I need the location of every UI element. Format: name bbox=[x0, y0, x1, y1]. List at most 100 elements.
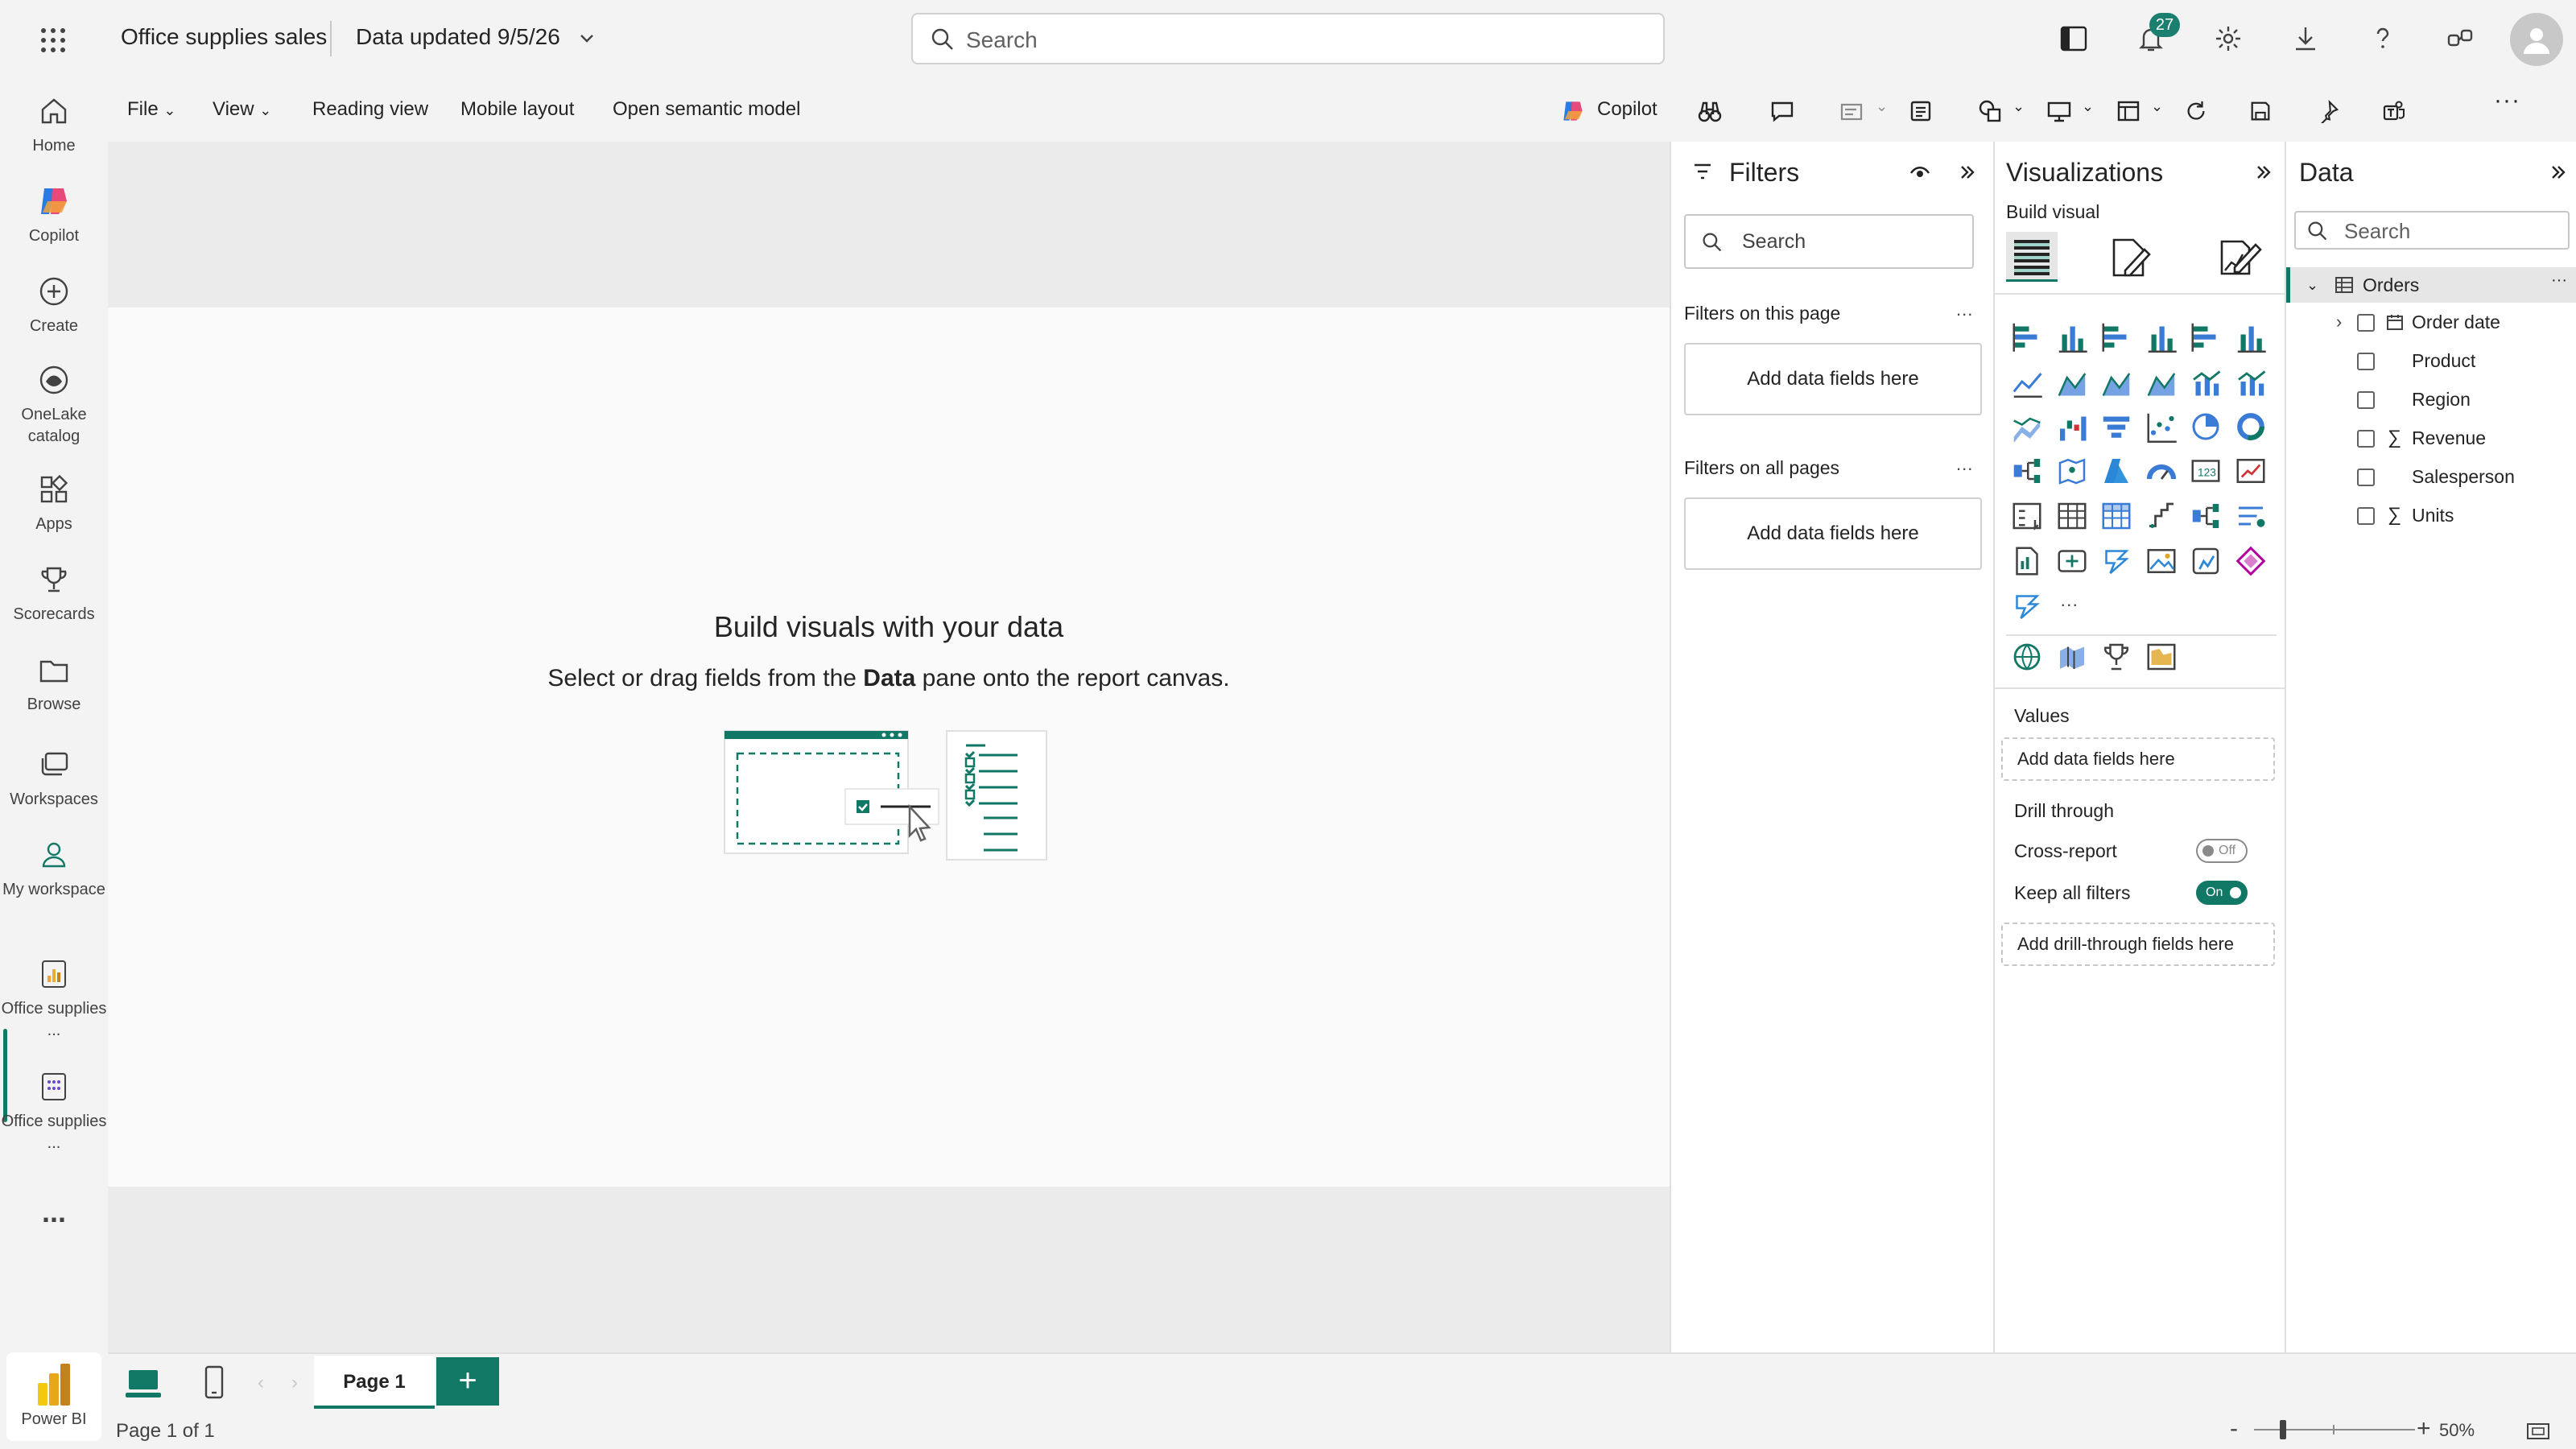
scatter-chart-icon[interactable] bbox=[2145, 411, 2178, 443]
copilot-button[interactable]: Copilot bbox=[1597, 98, 1657, 121]
stacked-bar-chart-icon[interactable] bbox=[2011, 320, 2043, 353]
rail-item-onelake-catalog[interactable]: OneLake catalog bbox=[0, 361, 108, 448]
format-visual-tab-icon[interactable] bbox=[2107, 235, 2153, 280]
chevron-down-icon[interactable] bbox=[578, 29, 596, 47]
build-visual-tab-icon[interactable] bbox=[2006, 232, 2058, 282]
rail-item-office-supplies-model[interactable]: Office supplies ... bbox=[0, 1067, 108, 1154]
shapes-icon[interactable] bbox=[1974, 95, 2006, 127]
keep-all-filters-toggle[interactable]: On bbox=[2196, 881, 2248, 905]
chevron-down-icon[interactable]: ⌄ bbox=[2306, 267, 2318, 303]
field-checkbox[interactable] bbox=[2357, 391, 2375, 409]
field-row[interactable]: Salesperson bbox=[2286, 459, 2576, 494]
page-tab-1[interactable]: Page 1 bbox=[314, 1356, 435, 1409]
stacked-area-chart-icon[interactable] bbox=[2100, 365, 2132, 398]
data-updated-label[interactable]: Data updated 9/5/26 bbox=[356, 24, 560, 50]
rail-item-home[interactable]: Home bbox=[0, 92, 108, 157]
refresh-icon[interactable] bbox=[2180, 95, 2212, 127]
app-launcher-icon[interactable] bbox=[34, 21, 72, 60]
report-title[interactable]: Office supplies sales bbox=[121, 24, 327, 50]
field-checkbox[interactable] bbox=[2357, 507, 2375, 525]
collapse-data-icon[interactable] bbox=[2549, 163, 2568, 182]
pin-icon[interactable] bbox=[2312, 95, 2344, 127]
more-rail-items-button[interactable]: ... bbox=[0, 1198, 108, 1227]
filled-map-custom-icon[interactable] bbox=[2145, 641, 2178, 673]
binoculars-icon[interactable] bbox=[1694, 95, 1726, 127]
rail-item-copilot[interactable]: Copilot bbox=[0, 182, 108, 247]
open-semantic-model-button[interactable]: Open semantic model bbox=[613, 98, 800, 121]
rail-item-workspaces[interactable]: Workspaces bbox=[0, 745, 108, 811]
clustered-bar-chart-icon[interactable] bbox=[2100, 320, 2132, 353]
subscribe-icon[interactable] bbox=[1835, 95, 1868, 127]
field-row[interactable]: ∑ Units bbox=[2286, 497, 2576, 533]
copilot-small-icon[interactable] bbox=[1557, 95, 1589, 127]
smart-narrative-icon[interactable] bbox=[2235, 500, 2267, 532]
python-visual-icon[interactable] bbox=[2190, 545, 2222, 577]
power-apps-icon[interactable] bbox=[2100, 545, 2132, 577]
power-automate-icon[interactable] bbox=[2235, 545, 2267, 577]
more-visuals-icon[interactable]: ··· bbox=[2056, 590, 2088, 622]
key-influencers-icon[interactable] bbox=[2145, 500, 2178, 532]
rail-item-my-workspace[interactable]: My workspace bbox=[0, 836, 108, 901]
power-bi-switcher[interactable]: Power BI bbox=[6, 1352, 101, 1441]
global-search-input[interactable]: Search bbox=[911, 13, 1665, 64]
goals-icon[interactable] bbox=[2100, 641, 2132, 673]
present-icon[interactable] bbox=[2043, 95, 2075, 127]
clustered-column-chart-icon[interactable] bbox=[2145, 320, 2178, 353]
more-options-icon[interactable]: ··· bbox=[2551, 262, 2567, 298]
donut-chart-icon[interactable] bbox=[2235, 411, 2267, 443]
more-options-icon[interactable]: ··· bbox=[2494, 87, 2520, 114]
pane-toggle-icon[interactable] bbox=[2054, 19, 2093, 58]
gauge-icon[interactable] bbox=[2145, 455, 2178, 487]
zoom-slider-thumb[interactable] bbox=[2280, 1420, 2286, 1439]
100-percent-area-chart-icon[interactable] bbox=[2145, 365, 2178, 398]
all-pages-filters-drop-well[interactable]: Add data fields here bbox=[1684, 497, 1982, 570]
azure-map-icon[interactable] bbox=[2100, 455, 2132, 487]
mobile-layout-icon[interactable] bbox=[201, 1364, 227, 1402]
comment-icon[interactable] bbox=[1766, 95, 1798, 127]
table-orders[interactable]: ⌄ Orders ··· bbox=[2286, 267, 2576, 303]
ribbon-chart-icon[interactable] bbox=[2011, 411, 2043, 443]
card-icon[interactable]: 123 bbox=[2190, 455, 2222, 487]
previous-page-icon[interactable]: ‹ bbox=[258, 1372, 264, 1394]
download-icon[interactable] bbox=[2286, 19, 2325, 58]
zoom-slider-track[interactable] bbox=[2254, 1429, 2415, 1430]
arcgis-map-icon[interactable] bbox=[2011, 590, 2043, 622]
save-icon[interactable] bbox=[2244, 95, 2277, 127]
subscribe-chevron-icon[interactable]: ⌄ bbox=[1876, 98, 1888, 115]
drill-through-drop-well[interactable]: Add drill-through fields here bbox=[2001, 923, 2275, 966]
kpi-icon[interactable] bbox=[2235, 455, 2267, 487]
image-icon[interactable] bbox=[2145, 545, 2178, 577]
100-percent-bar-chart-icon[interactable] bbox=[2190, 320, 2222, 353]
field-checkbox[interactable] bbox=[2357, 314, 2375, 332]
matrix-icon[interactable] bbox=[2100, 500, 2132, 532]
fit-to-page-icon[interactable] bbox=[2526, 1422, 2550, 1441]
globe-map-icon[interactable] bbox=[2011, 641, 2043, 673]
decomposition-tree-icon[interactable] bbox=[2190, 500, 2222, 532]
more-options-icon[interactable]: ... bbox=[1956, 299, 1973, 320]
slicer-icon[interactable] bbox=[2011, 500, 2043, 532]
desktop-layout-icon[interactable] bbox=[124, 1364, 163, 1402]
area-chart-icon[interactable] bbox=[2056, 365, 2088, 398]
reading-view-button[interactable]: Reading view bbox=[312, 98, 428, 121]
help-icon[interactable] bbox=[2363, 19, 2402, 58]
notes-icon[interactable] bbox=[1905, 95, 1937, 127]
funnel-chart-icon[interactable] bbox=[2100, 411, 2132, 443]
filters-search-input[interactable]: Search bbox=[1684, 214, 1974, 269]
rail-item-create[interactable]: Create bbox=[0, 272, 108, 337]
zoom-level[interactable]: 50% bbox=[2439, 1420, 2475, 1441]
q-and-a-icon[interactable] bbox=[2056, 545, 2088, 577]
analytics-tab-icon[interactable] bbox=[2217, 235, 2262, 280]
user-avatar[interactable] bbox=[2510, 13, 2563, 66]
table-icon[interactable] bbox=[2056, 500, 2088, 532]
mobile-layout-button[interactable]: Mobile layout bbox=[460, 98, 574, 121]
data-search-input[interactable]: Search bbox=[2294, 211, 2570, 250]
collapse-visualizations-icon[interactable] bbox=[2254, 163, 2273, 182]
field-row[interactable]: Region bbox=[2286, 382, 2576, 417]
file-menu[interactable]: File ⌄ bbox=[127, 98, 175, 121]
next-page-icon[interactable]: › bbox=[291, 1372, 298, 1394]
100-percent-column-chart-icon[interactable] bbox=[2235, 320, 2267, 353]
eye-icon[interactable] bbox=[1909, 163, 1930, 184]
pie-chart-icon[interactable] bbox=[2190, 411, 2222, 443]
paged-report-icon[interactable] bbox=[2011, 545, 2043, 577]
field-checkbox[interactable] bbox=[2357, 469, 2375, 486]
